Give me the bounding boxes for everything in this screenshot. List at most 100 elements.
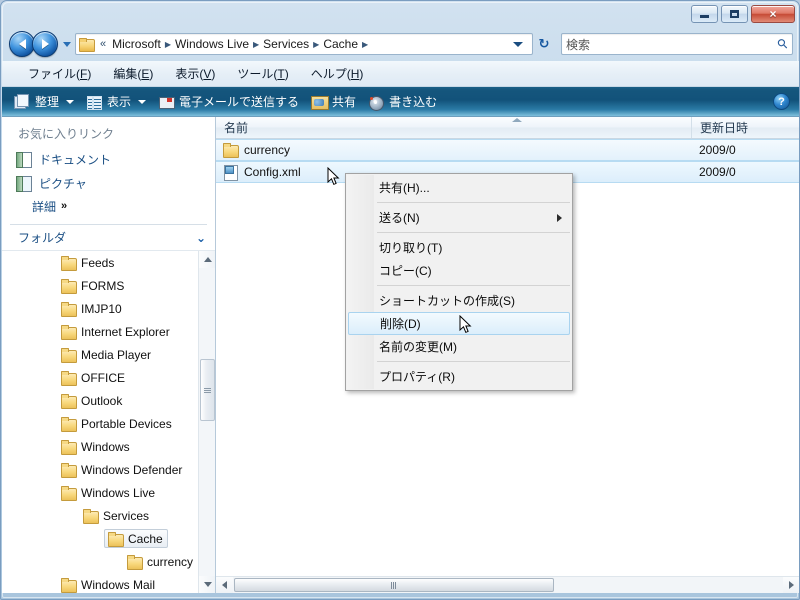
folder-icon bbox=[60, 370, 77, 386]
column-header-name[interactable]: 名前 bbox=[216, 117, 691, 138]
submenu-arrow-icon bbox=[557, 213, 562, 222]
chevron-right-icon[interactable]: ▶ bbox=[164, 40, 172, 49]
share-button[interactable]: 共有 bbox=[305, 90, 362, 114]
menu-separator bbox=[377, 232, 570, 233]
tree-item-imjp10[interactable]: IMJP10 bbox=[2, 297, 198, 320]
minimize-icon bbox=[700, 15, 709, 18]
scrollbar-thumb[interactable] bbox=[234, 578, 554, 592]
favorites-more-button[interactable]: 詳細 » bbox=[2, 195, 215, 217]
share-icon bbox=[311, 94, 330, 110]
folder-icon bbox=[60, 577, 77, 593]
folder-icon bbox=[60, 416, 77, 432]
chevron-down-icon[interactable]: ⌄ bbox=[196, 231, 206, 245]
context-menu-item-7[interactable]: ショートカットの作成(S) bbox=[346, 289, 572, 312]
tree-item-box: Services bbox=[82, 506, 149, 525]
column-header-date[interactable]: 更新日時 bbox=[691, 117, 799, 138]
organize-icon bbox=[14, 93, 30, 110]
sidebar-item-documents[interactable]: ドキュメント bbox=[2, 147, 215, 171]
file-name-label: Config.xml bbox=[244, 165, 301, 179]
search-input[interactable]: 検索 bbox=[566, 36, 778, 53]
menu-edit[interactable]: 編集(E) bbox=[102, 62, 164, 85]
tree-item-outlook[interactable]: Outlook bbox=[2, 389, 198, 412]
views-label: 表示 bbox=[107, 95, 132, 109]
close-button[interactable]: × bbox=[751, 5, 795, 23]
burn-label: 書き込む bbox=[389, 95, 438, 109]
address-dropdown-icon[interactable] bbox=[513, 41, 523, 47]
scroll-right-button[interactable] bbox=[783, 577, 799, 593]
context-menu-item-label: 名前の変更(M) bbox=[379, 340, 457, 354]
tree-item-windows-live[interactable]: Windows Live bbox=[2, 481, 198, 504]
breadcrumb-cache[interactable]: Cache bbox=[320, 36, 361, 52]
folder-icon bbox=[60, 393, 77, 409]
menu-separator bbox=[377, 202, 570, 203]
forward-button[interactable] bbox=[32, 31, 58, 57]
tree-item-portable-devices[interactable]: Portable Devices bbox=[2, 412, 198, 435]
file-horizontal-scrollbar[interactable] bbox=[216, 576, 799, 593]
sidebar-item-pictures[interactable]: ピクチャ bbox=[2, 171, 215, 195]
folders-section-header[interactable]: フォルダ ⌄ bbox=[2, 225, 215, 251]
menu-tools[interactable]: ツール(T) bbox=[226, 62, 299, 85]
context-menu-item-5[interactable]: コピー(C) bbox=[346, 259, 572, 282]
file-name-cell: currency bbox=[216, 142, 691, 158]
context-menu-item-4[interactable]: 切り取り(T) bbox=[346, 236, 572, 259]
breadcrumb-microsoft[interactable]: Microsoft bbox=[109, 36, 164, 52]
tree-item-windows-defender[interactable]: Windows Defender bbox=[2, 458, 198, 481]
organize-button[interactable]: 整理 bbox=[8, 90, 80, 114]
scroll-left-button[interactable] bbox=[216, 577, 233, 593]
tree-item-windows[interactable]: Windows bbox=[2, 435, 198, 458]
minimize-button[interactable] bbox=[691, 5, 718, 23]
file-date-cell: 2009/0 bbox=[699, 143, 736, 157]
address-bar[interactable]: « Microsoft ▶ Windows Live ▶ Services ▶ … bbox=[75, 33, 533, 55]
history-dropdown-icon[interactable] bbox=[63, 41, 71, 47]
grip-icon bbox=[204, 387, 211, 393]
chevron-right-icon[interactable]: ▶ bbox=[312, 40, 320, 49]
menu-help[interactable]: ヘルプ(H) bbox=[300, 62, 375, 85]
context-menu-item-label: ショートカットの作成(S) bbox=[379, 294, 515, 308]
folder-icon bbox=[79, 37, 95, 52]
tree-item-internet-explorer[interactable]: Internet Explorer bbox=[2, 320, 198, 343]
chevron-right-icon[interactable]: ▶ bbox=[252, 40, 260, 49]
tree-item-windows-mail[interactable]: Windows Mail bbox=[2, 573, 198, 593]
tree-item-feeds[interactable]: Feeds bbox=[2, 251, 198, 274]
context-menu-item-0[interactable]: 共有(H)... bbox=[346, 176, 572, 199]
maximize-button[interactable] bbox=[721, 5, 748, 23]
context-menu-item-2[interactable]: 送る(N) bbox=[346, 206, 572, 229]
chevron-right-icon[interactable]: ▶ bbox=[361, 40, 369, 49]
context-menu-item-label: 削除(D) bbox=[380, 317, 421, 331]
tree-item-box: Windows bbox=[60, 437, 130, 456]
context-menu-item-11[interactable]: プロパティ(R) bbox=[346, 365, 572, 388]
tree-item-cache[interactable]: Cache bbox=[2, 527, 198, 550]
table-row[interactable]: currency 2009/0 bbox=[216, 139, 799, 161]
email-button[interactable]: 電子メールで送信する bbox=[152, 90, 305, 114]
tree-item-office[interactable]: OFFICE bbox=[2, 366, 198, 389]
breadcrumb-services[interactable]: Services bbox=[260, 36, 312, 52]
tree-item-forms[interactable]: FORMS bbox=[2, 274, 198, 297]
folder-tree-wrapper: Feeds FORMS IMJP10 Internet Explorer Media P… bbox=[2, 251, 215, 593]
help-icon[interactable]: ? bbox=[773, 93, 790, 110]
favorites-header: お気に入りリンク bbox=[18, 127, 115, 141]
tree-item-label: Internet Explorer bbox=[81, 324, 170, 339]
scroll-down-button[interactable] bbox=[199, 576, 215, 593]
window-control-buttons: × bbox=[691, 5, 795, 23]
folder-icon bbox=[60, 301, 77, 317]
column-header-date-label: 更新日時 bbox=[700, 121, 749, 135]
tree-vertical-scrollbar[interactable] bbox=[198, 251, 215, 593]
scroll-up-button[interactable] bbox=[199, 251, 215, 268]
breadcrumb-overflow[interactable]: « bbox=[97, 38, 109, 50]
views-button[interactable]: 表示 bbox=[80, 90, 152, 114]
menu-view[interactable]: 表示(V) bbox=[164, 62, 226, 85]
tree-item-media-player[interactable]: Media Player bbox=[2, 343, 198, 366]
tree-item-currency[interactable]: currency bbox=[2, 550, 198, 573]
tree-item-box: OFFICE bbox=[60, 368, 125, 387]
search-box[interactable]: 検索 ⚲ bbox=[561, 33, 793, 55]
scrollbar-thumb[interactable] bbox=[200, 359, 215, 421]
context-menu-item-8[interactable]: 削除(D) bbox=[348, 312, 570, 335]
explorer-window: × « Microsoft ▶ Windows Live ▶ Services … bbox=[0, 0, 800, 600]
tree-item-label: FORMS bbox=[81, 278, 125, 293]
breadcrumb-windows-live[interactable]: Windows Live bbox=[172, 36, 252, 52]
burn-button[interactable]: 書き込む bbox=[362, 90, 443, 114]
menu-file[interactable]: ファイル(F) bbox=[17, 62, 102, 85]
refresh-button[interactable]: ↻ bbox=[533, 34, 555, 54]
context-menu-item-9[interactable]: 名前の変更(M) bbox=[346, 335, 572, 358]
tree-item-services[interactable]: Services bbox=[2, 504, 198, 527]
